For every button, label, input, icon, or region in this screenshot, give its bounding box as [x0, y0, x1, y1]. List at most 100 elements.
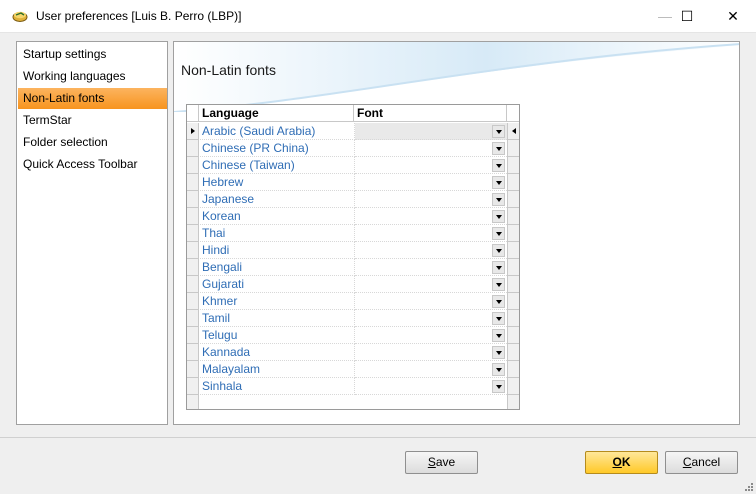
chevron-down-icon[interactable] — [492, 244, 505, 257]
table-row[interactable]: Sinhala — [187, 378, 519, 395]
language-cell: Tamil — [200, 310, 355, 327]
chevron-down-icon[interactable] — [492, 312, 505, 325]
font-select[interactable] — [355, 191, 507, 208]
table-row[interactable]: Gujarati — [187, 276, 519, 293]
language-cell: Telugu — [200, 327, 355, 344]
window-title: User preferences [Luis B. Perro (LBP)] — [36, 9, 242, 23]
font-select[interactable] — [355, 378, 507, 395]
row-side-cell — [507, 276, 519, 293]
chevron-down-icon[interactable] — [492, 142, 505, 155]
row-indicator[interactable] — [187, 276, 199, 293]
table-row[interactable]: Telugu — [187, 327, 519, 344]
row-side-cell — [507, 191, 519, 208]
language-cell: Hebrew — [200, 174, 355, 191]
table-row[interactable]: Chinese (Taiwan) — [187, 157, 519, 174]
fonts-grid: Language Font Arabic (Saudi Arabia) Chine… — [186, 104, 520, 410]
row-indicator-header — [187, 105, 199, 122]
row-indicator[interactable] — [187, 378, 199, 395]
language-cell: Arabic (Saudi Arabia) — [200, 123, 355, 140]
table-row[interactable]: Arabic (Saudi Arabia) — [187, 123, 519, 140]
font-select[interactable] — [355, 208, 507, 225]
chevron-down-icon[interactable] — [492, 125, 505, 138]
row-indicator[interactable] — [187, 327, 199, 344]
font-select[interactable] — [355, 123, 507, 140]
chevron-down-icon[interactable] — [492, 227, 505, 240]
font-select[interactable] — [355, 361, 507, 378]
row-indicator[interactable] — [187, 242, 199, 259]
chevron-down-icon[interactable] — [492, 346, 505, 359]
column-header-font[interactable]: Font — [355, 105, 507, 122]
chevron-down-icon[interactable] — [492, 295, 505, 308]
row-indicator[interactable] — [187, 293, 199, 310]
sidebar-item-non-latin-fonts[interactable]: Non-Latin fonts — [18, 88, 167, 109]
table-row[interactable]: Thai — [187, 225, 519, 242]
save-button[interactable]: Save — [405, 451, 478, 474]
sidebar-item-termstar[interactable]: TermStar — [18, 110, 167, 131]
chevron-down-icon[interactable] — [492, 210, 505, 223]
row-indicator[interactable] — [187, 344, 199, 361]
font-select[interactable] — [355, 259, 507, 276]
close-button[interactable]: ✕ — [710, 0, 756, 32]
row-indicator[interactable] — [187, 157, 199, 174]
row-side-cell — [507, 140, 519, 157]
chevron-down-icon[interactable] — [492, 193, 505, 206]
font-select[interactable] — [355, 174, 507, 191]
row-side-cell — [507, 344, 519, 361]
language-cell: Gujarati — [200, 276, 355, 293]
row-indicator[interactable] — [187, 310, 199, 327]
font-select[interactable] — [355, 157, 507, 174]
row-indicator[interactable] — [187, 225, 199, 242]
table-row[interactable]: Hindi — [187, 242, 519, 259]
row-indicator[interactable] — [187, 140, 199, 157]
row-indicator[interactable] — [187, 259, 199, 276]
table-row[interactable]: Korean — [187, 208, 519, 225]
language-cell: Chinese (PR China) — [200, 140, 355, 157]
chevron-down-icon[interactable] — [492, 363, 505, 376]
row-indicator[interactable] — [187, 208, 199, 225]
font-select[interactable] — [355, 344, 507, 361]
table-row[interactable]: Bengali — [187, 259, 519, 276]
ok-button[interactable]: OK — [585, 451, 658, 474]
chevron-down-icon[interactable] — [492, 278, 505, 291]
language-cell: Chinese (Taiwan) — [200, 157, 355, 174]
language-cell: Hindi — [200, 242, 355, 259]
table-row[interactable]: Chinese (PR China) — [187, 140, 519, 157]
chevron-down-icon[interactable] — [492, 329, 505, 342]
row-indicator[interactable] — [187, 191, 199, 208]
row-side-cell — [507, 310, 519, 327]
table-row[interactable]: Hebrew — [187, 174, 519, 191]
font-select[interactable] — [355, 276, 507, 293]
maximize-button[interactable]: ☐ — [664, 0, 710, 32]
chevron-down-icon[interactable] — [492, 176, 505, 189]
row-side-cell — [507, 361, 519, 378]
row-side-cell — [507, 293, 519, 310]
chevron-down-icon[interactable] — [492, 159, 505, 172]
font-select[interactable] — [355, 310, 507, 327]
font-select[interactable] — [355, 242, 507, 259]
sidebar-item-quick-access-toolbar[interactable]: Quick Access Toolbar — [18, 154, 167, 175]
font-select[interactable] — [355, 140, 507, 157]
sidebar-item-folder-selection[interactable]: Folder selection — [18, 132, 167, 153]
table-row[interactable]: Tamil — [187, 310, 519, 327]
row-indicator[interactable] — [187, 361, 199, 378]
row-side-cell — [507, 225, 519, 242]
cancel-button[interactable]: Cancel — [665, 451, 738, 474]
chevron-down-icon[interactable] — [492, 380, 505, 393]
table-row[interactable]: Japanese — [187, 191, 519, 208]
font-select[interactable] — [355, 293, 507, 310]
sidebar-item-working-languages[interactable]: Working languages — [18, 66, 167, 87]
font-select[interactable] — [355, 225, 507, 242]
sidebar-item-startup-settings[interactable]: Startup settings — [18, 44, 167, 65]
chevron-down-icon[interactable] — [492, 261, 505, 274]
table-row[interactable]: Kannada — [187, 344, 519, 361]
column-header-language[interactable]: Language — [200, 105, 354, 122]
language-cell: Thai — [200, 225, 355, 242]
table-row[interactable]: Khmer — [187, 293, 519, 310]
sidebar: Startup settings Working languages Non-Lat… — [16, 41, 168, 425]
row-indicator[interactable] — [187, 174, 199, 191]
row-side-cell — [507, 259, 519, 276]
resize-grip-icon[interactable] — [743, 481, 753, 491]
table-row[interactable]: Malayalam — [187, 361, 519, 378]
row-indicator[interactable] — [187, 123, 199, 140]
font-select[interactable] — [355, 327, 507, 344]
